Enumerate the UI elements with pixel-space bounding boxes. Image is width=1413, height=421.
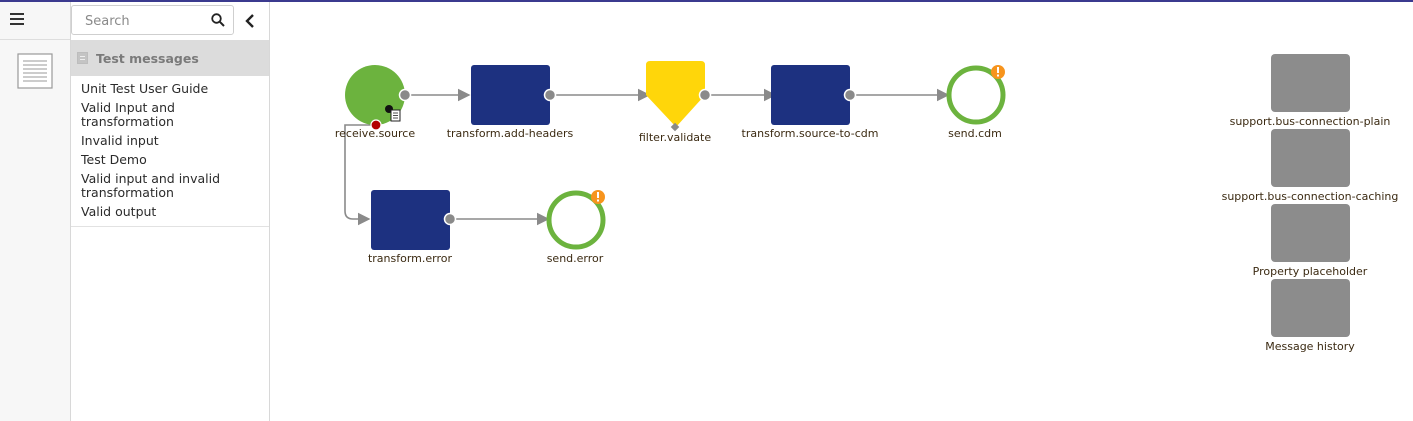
chevron-left-icon[interactable] xyxy=(245,14,255,28)
document-icon[interactable] xyxy=(17,53,53,89)
warning-icon xyxy=(991,65,1005,79)
rail-divider xyxy=(0,39,70,40)
search-input[interactable] xyxy=(83,13,205,30)
node-label-receive-source: receive.source xyxy=(334,127,416,140)
filter-validate-node[interactable] xyxy=(646,61,712,132)
list-item[interactable]: Unit Test User Guide xyxy=(71,80,269,99)
node-label-transform-source-to-cdm: transform.source-to-cdm xyxy=(741,127,879,140)
search-box xyxy=(71,5,234,35)
list-icon xyxy=(77,52,88,64)
property-placeholder-node[interactable] xyxy=(1271,204,1350,262)
node-label-message-history: Message history xyxy=(1265,340,1355,353)
send-cdm-node[interactable] xyxy=(946,65,1006,125)
list-item[interactable]: Test Demo xyxy=(71,151,269,170)
hamburger-menu-icon[interactable] xyxy=(10,13,24,27)
attachment-icon xyxy=(390,109,401,122)
transform-error-node[interactable] xyxy=(371,190,457,250)
search-icon[interactable] xyxy=(211,13,225,27)
transform-source-to-cdm-node[interactable] xyxy=(771,65,857,125)
left-rail xyxy=(0,2,71,421)
send-error-node[interactable] xyxy=(546,190,606,250)
section-title: Test messages xyxy=(96,51,199,66)
message-list: Unit Test User Guide Valid Input and tra… xyxy=(71,80,269,227)
node-label-filter-validate: filter.validate xyxy=(638,131,712,144)
warning-icon xyxy=(591,190,605,204)
flow-canvas: receive.source transform.add-headers fil… xyxy=(270,2,1413,421)
test-messages-panel: Test messages Unit Test User Guide Valid… xyxy=(71,2,270,421)
node-label-support-plain: support.bus-connection-plain xyxy=(1229,115,1391,128)
receive-source-node[interactable] xyxy=(345,65,412,131)
support-bus-connection-plain-node[interactable] xyxy=(1271,54,1350,112)
node-label-support-caching: support.bus-connection-caching xyxy=(1221,190,1399,203)
list-item[interactable]: Invalid input xyxy=(71,132,269,151)
message-history-node[interactable] xyxy=(1271,279,1350,337)
node-label-property-placeholder: Property placeholder xyxy=(1252,265,1368,278)
node-label-send-error: send.error xyxy=(546,252,604,265)
node-label-send-cdm: send.cdm xyxy=(948,127,1002,140)
support-bus-connection-caching-node[interactable] xyxy=(1271,129,1350,187)
node-label-transform-error: transform.error xyxy=(367,252,453,265)
list-item[interactable]: Valid Input and transformation xyxy=(71,99,221,132)
section-header-test-messages[interactable]: Test messages xyxy=(71,40,269,76)
list-item[interactable]: Valid output xyxy=(71,203,269,222)
transform-add-headers-node[interactable] xyxy=(471,65,557,125)
node-label-transform-add-headers: transform.add-headers xyxy=(446,127,574,140)
flow-diagram xyxy=(344,54,1350,337)
list-item[interactable]: Valid input and invalid transformation xyxy=(71,170,241,203)
